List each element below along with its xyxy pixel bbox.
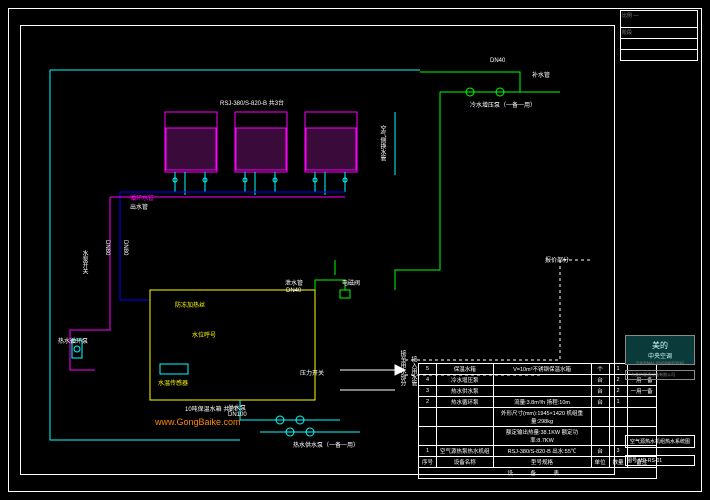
drawing-no: 图号 MD-RS-01 [625,455,695,466]
pressure-label: 压力开关 [300,368,324,377]
supply-pipe-label: 补水管 [532,70,550,79]
solenoid-label: 电磁阀 [342,278,360,287]
units-label: RSJ-380/S-820-B 共3台 [220,98,284,107]
url-watermark: www.GongBaike.com [155,417,241,427]
circ-out-label: 出水管 [130,202,148,211]
cad-viewport[interactable]: RSJ-380/S-820-B 共3台 空气侧换水管 DN40 补水管 冷水增压… [0,0,710,500]
drawing-name: 空气源热水机组热水系统图 [625,435,695,448]
user-input-label: 接入用水管 [409,356,418,386]
sensor-label: 水温传感器 [158,378,188,387]
dn40-label: DN40 [490,58,505,64]
dn40-2-label: DN40 [286,288,301,294]
company-logo: 美的 中央空调 THERMAL·ENGINEERING [625,335,695,365]
user-side-label: 接至用水部分 [398,350,407,386]
circ-in-label: 循环水管 [130,193,154,202]
tb-top: 比例 — [620,10,698,28]
hot-supply-label: 热水供水泵（一备一用） [293,440,359,449]
company-addr: 广东美的暖通设备有限公司 [625,370,695,380]
title-block: 比例 — 阶段 [620,10,698,485]
dn80-1: DN80 [104,240,110,255]
dn80-2: DN80 [122,240,128,255]
quote-label: 报价部分 [545,255,569,264]
anti-freeze-label: 防冻加热丝 [175,300,205,309]
air-side-label: 空气侧换水管 [378,125,387,161]
level-label: 水位呼号 [192,330,216,339]
main-switch-label: 水泵开关 [80,250,89,274]
tank-title: 10吨保温水箱 共1个 [185,404,239,413]
cold-pump-label: 冷水增压泵（一备一用） [470,100,536,109]
hot-circ-label: 热水循环泵 [58,336,88,345]
drain-label: 泄水管 [285,278,303,287]
